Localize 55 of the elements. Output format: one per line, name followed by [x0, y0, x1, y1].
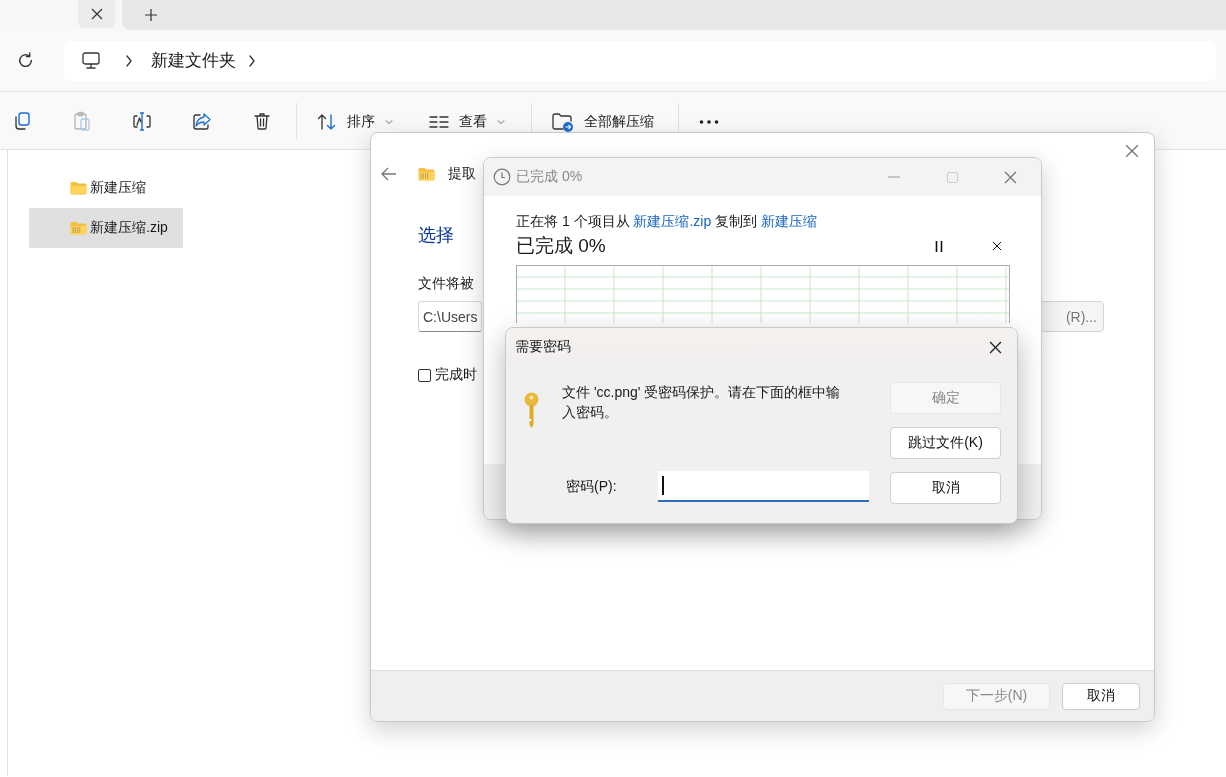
- clipboard-icon: [72, 110, 92, 131]
- text-cursor: [662, 476, 664, 495]
- pause-icon: [935, 240, 943, 252]
- location-link[interactable]: 新建压缩.zip: [633, 213, 712, 229]
- progress-status: 已完成 0%: [516, 234, 607, 258]
- dropdown-caret-icon: [385, 118, 393, 125]
- wizard-title: 提取: [448, 165, 476, 183]
- checkbox-label: 完成时: [435, 366, 477, 384]
- location-link[interactable]: 新建压缩: [761, 213, 818, 229]
- dialog-title: 已完成 0%: [516, 168, 583, 186]
- zip-folder-icon: [69, 220, 88, 236]
- path-field[interactable]: C:\Users: [418, 301, 482, 332]
- file-item[interactable]: 新建压缩: [29, 168, 183, 208]
- more-icon: [699, 119, 719, 124]
- skip-file-button[interactable]: 跳过文件(K): [890, 427, 1001, 459]
- close-icon: [1125, 144, 1139, 158]
- wizard-heading: 选择: [418, 224, 454, 247]
- sort-arrows-icon: [317, 111, 337, 132]
- back-arrow-icon: [381, 167, 397, 181]
- password-message: 文件 'cc.png' 受密码保护。请在下面的框中输入密码。: [562, 383, 842, 422]
- password-label: 密码(P):: [566, 477, 618, 496]
- destination-label: 文件将被: [418, 275, 474, 293]
- trash-icon: [252, 110, 272, 131]
- refresh-icon[interactable]: [17, 52, 34, 69]
- chevron-right-icon[interactable]: [248, 54, 256, 67]
- folder-icon: [69, 180, 88, 196]
- close-icon[interactable]: [992, 241, 1002, 251]
- key-icon: [523, 392, 540, 429]
- cancel-button[interactable]: 取消: [1062, 682, 1140, 710]
- sort-menu-button[interactable]: 排序: [307, 111, 403, 132]
- minimize-icon: [888, 176, 900, 178]
- chevron-right-icon[interactable]: [125, 54, 133, 67]
- file-name: 新建压缩: [90, 179, 146, 197]
- close-icon[interactable]: [988, 340, 1002, 354]
- password-field[interactable]: [658, 471, 869, 502]
- file-name: 新建压缩.zip: [90, 219, 168, 237]
- maximize-icon: [946, 171, 958, 183]
- zip-folder-icon: [417, 166, 436, 182]
- new-tab-icon[interactable]: [144, 8, 158, 22]
- browse-button[interactable]: (R)...: [1040, 301, 1104, 332]
- close-tab-icon[interactable]: [90, 8, 103, 20]
- view-menu-button[interactable]: 查看: [419, 111, 515, 132]
- breadcrumb-item[interactable]: 新建文件夹: [151, 49, 236, 72]
- extract-all-button[interactable]: 全部解压缩: [542, 111, 664, 132]
- back-button[interactable]: [381, 167, 397, 181]
- dialog-title: 需要密码: [515, 338, 572, 356]
- dropdown-caret-icon: [497, 118, 505, 125]
- copy-message: 正在将 1 个项目从 新建压缩.zip 复制到 新建压缩: [516, 213, 819, 231]
- copy-icon: [12, 110, 32, 131]
- rename-icon: [132, 110, 152, 131]
- cancel-button[interactable]: 取消: [890, 472, 1001, 504]
- clock-icon: [493, 168, 511, 186]
- checkbox[interactable]: [418, 368, 431, 382]
- computer-icon[interactable]: [81, 50, 101, 71]
- file-item[interactable]: 新建压缩.zip: [29, 208, 183, 248]
